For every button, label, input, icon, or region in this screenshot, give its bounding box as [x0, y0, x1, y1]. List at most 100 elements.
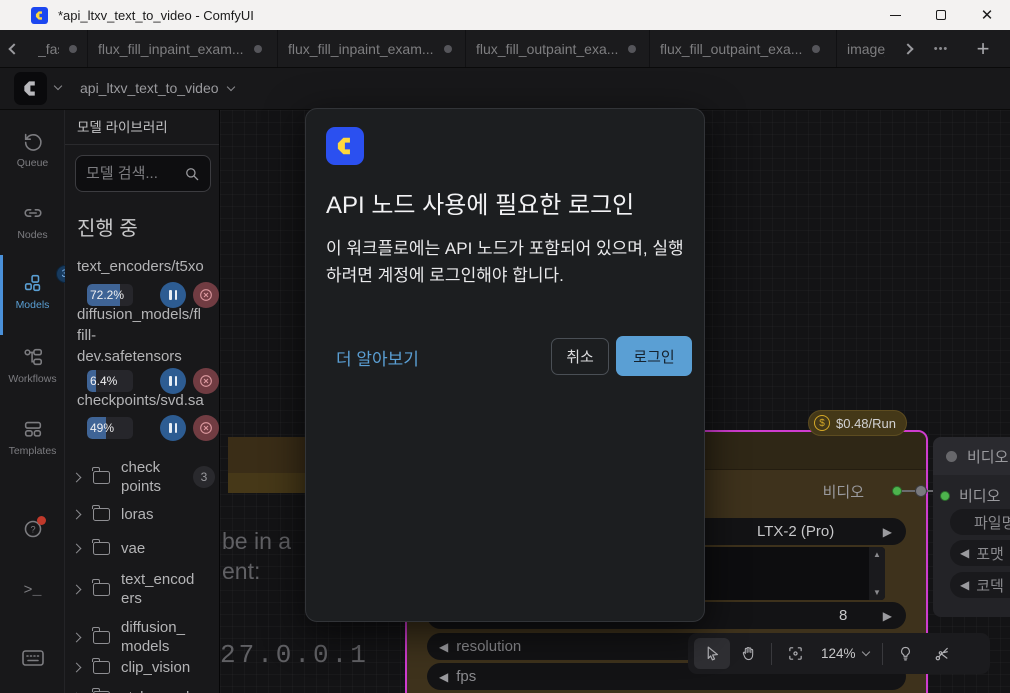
search-icon	[183, 165, 201, 183]
canvas-toolbar: 124%	[688, 633, 990, 674]
toggle-theme-button[interactable]	[888, 638, 924, 669]
more-tabs-button[interactable]: •••	[921, 30, 961, 67]
pause-download-button[interactable]	[160, 415, 186, 441]
comfyui-logo-icon	[21, 79, 40, 98]
chevron-right-icon	[72, 472, 82, 482]
api-cost-badge: $ $0.48/Run	[808, 410, 907, 436]
zoom-level-dropdown[interactable]: 124%	[813, 646, 877, 661]
folder-vae[interactable]: vae	[73, 539, 218, 558]
tab-flux-fill-inpaint-1[interactable]: flux_fill_inpaint_exam...	[88, 30, 278, 67]
app-menu-chevron-icon[interactable]	[54, 82, 62, 90]
api-login-dialog: API 노드 사용에 필요한 로그인 이 워크플로에는 API 노드가 포함되어…	[305, 108, 705, 622]
cancel-download-button[interactable]	[193, 415, 219, 441]
app-menu-button[interactable]	[14, 72, 47, 105]
minimize-icon	[890, 15, 901, 16]
help-button[interactable]: ?	[0, 518, 65, 540]
combo-prev-icon[interactable]: ◀	[960, 546, 969, 560]
folder-clip-vision[interactable]: clip_vision	[73, 658, 218, 677]
chevron-right-icon	[72, 632, 82, 642]
canvas-note-text: ent:	[222, 558, 260, 585]
tab-flux-fill-outpaint-2[interactable]: flux_fill_outpaint_exa...	[650, 30, 837, 67]
combo-next-icon[interactable]: ▶	[883, 609, 892, 623]
textarea-scrollbar[interactable]: ▲ ▼	[869, 547, 885, 600]
toolbar-divider	[771, 643, 772, 665]
scroll-tabs-right-button[interactable]	[895, 30, 921, 67]
combo-prev-icon[interactable]: ◀	[439, 640, 448, 654]
reroute-dot[interactable]	[915, 485, 927, 497]
chevron-right-icon	[72, 544, 82, 554]
minimize-button[interactable]	[872, 0, 918, 30]
progress-percent: 6.4%	[90, 374, 117, 388]
panel-title: 모델 라이브러리	[65, 110, 219, 145]
comfyui-logo-icon	[31, 7, 48, 24]
folder-style-models[interactable]: style_mod	[73, 688, 218, 693]
save-video-node[interactable]: 비디오 비디오 파일명 ◀ 포맷 ◀ 코덱	[933, 437, 1010, 617]
tab-flux-fill-outpaint-1[interactable]: flux_fill_outpaint_exa...	[466, 30, 650, 67]
chevron-right-icon	[72, 584, 82, 594]
cancel-circle-icon	[198, 373, 214, 389]
in-progress-section-title: 진행 중	[77, 212, 138, 241]
cancel-button[interactable]: 취소	[551, 338, 609, 375]
output-slot-dot[interactable]	[892, 486, 902, 496]
combo-prev-icon[interactable]: ◀	[960, 578, 969, 592]
folder-icon	[93, 508, 110, 521]
fit-view-button[interactable]	[777, 638, 813, 669]
sidebar-item-queue[interactable]: Queue	[0, 130, 65, 169]
sidebar-item-models[interactable]: 3 Models	[0, 272, 65, 311]
folder-icon	[93, 471, 110, 484]
download-item-name: checkpoints/svd.sa	[77, 390, 220, 411]
collapse-dot-icon[interactable]	[946, 451, 957, 462]
video-input-slot: 비디오	[940, 485, 1000, 506]
maximize-icon	[936, 10, 946, 20]
window-controls: ✕	[872, 0, 1010, 30]
combo-next-icon[interactable]: ▶	[883, 525, 892, 539]
sidebar-rail: Queue Nodes 3 Models Workflows Templates…	[0, 110, 65, 693]
partial-node[interactable]	[228, 437, 312, 493]
sidebar-item-workflows[interactable]: Workflows	[0, 346, 65, 385]
folder-checkpoints[interactable]: check points 3	[73, 458, 218, 496]
download-item-controls: 49%	[87, 415, 219, 441]
workflow-name-menu[interactable]: api_ltxv_text_to_video	[80, 80, 234, 96]
scroll-up-icon[interactable]: ▲	[873, 550, 881, 559]
folder-diffusion-models[interactable]: diffusion_ models	[73, 618, 218, 656]
models-icon	[22, 272, 44, 294]
model-search-input[interactable]	[76, 165, 183, 182]
scroll-down-icon[interactable]: ▼	[873, 588, 881, 597]
tab-flux-fill-inpaint-2[interactable]: flux_fill_inpaint_exam...	[278, 30, 466, 67]
close-button[interactable]: ✕	[964, 0, 1010, 30]
filename-widget[interactable]: 파일명	[950, 509, 1010, 535]
folder-text-encoders[interactable]: text_encod ers	[73, 570, 218, 608]
shortcuts-button[interactable]	[0, 648, 65, 668]
maximize-button[interactable]	[918, 0, 964, 30]
chevron-left-icon	[8, 43, 19, 54]
download-item-name: diffusion_models/fl fill- dev.safetensor…	[77, 304, 220, 367]
login-button[interactable]: 로그인	[616, 336, 692, 376]
combo-prev-icon[interactable]: ◀	[439, 670, 448, 684]
dialog-title: API 노드 사용에 필요한 로그인	[326, 185, 634, 220]
select-tool-button[interactable]	[694, 638, 730, 669]
unsaved-dot-icon	[444, 45, 452, 53]
tab-image-t[interactable]: image_t	[837, 30, 895, 67]
scroll-tabs-left-button[interactable]	[0, 30, 28, 67]
input-slot-dot[interactable]	[940, 491, 950, 501]
format-combo-widget[interactable]: ◀ 포맷	[950, 540, 1010, 566]
node-header[interactable]: 비디오	[933, 437, 1010, 475]
folder-loras[interactable]: loras	[73, 505, 218, 524]
new-tab-button[interactable]: +	[961, 30, 1005, 67]
pause-icon	[169, 376, 172, 386]
sidebar-item-nodes[interactable]: Nodes	[0, 202, 65, 241]
hand-icon	[740, 645, 757, 662]
workflow-icon	[22, 346, 44, 368]
learn-more-link[interactable]: 더 알아보기	[336, 345, 419, 370]
progress-percent: 72.2%	[90, 288, 124, 302]
tab-fast[interactable]: _fast	[28, 30, 88, 67]
pan-tool-button[interactable]	[730, 638, 766, 669]
toggle-links-button[interactable]	[924, 638, 960, 669]
model-search-box[interactable]	[75, 155, 211, 192]
terminal-button[interactable]: >_	[0, 582, 65, 599]
folder-icon	[93, 583, 110, 596]
codec-combo-widget[interactable]: ◀ 코덱	[950, 572, 1010, 598]
window-title: *api_ltxv_text_to_video - ComfyUI	[58, 8, 254, 23]
title-bar: *api_ltxv_text_to_video - ComfyUI ✕	[0, 0, 1010, 30]
sidebar-item-templates[interactable]: Templates	[0, 418, 65, 457]
